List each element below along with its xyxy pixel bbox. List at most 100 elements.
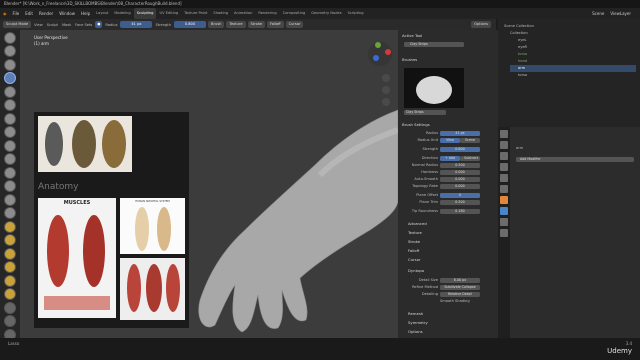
active-tool-field[interactable]: Clay Strips: [404, 42, 464, 47]
output-properties-icon[interactable]: [500, 152, 508, 160]
fill-tool-icon[interactable]: [4, 180, 16, 192]
plane-trim-field[interactable]: 0.500: [440, 200, 480, 205]
physics-properties-icon[interactable]: [500, 218, 508, 226]
symmetry-section[interactable]: Symmetry: [408, 320, 428, 325]
scene-properties-icon[interactable]: [500, 174, 508, 182]
auto-smooth-field[interactable]: 0.000: [440, 177, 480, 182]
options-section[interactable]: Options: [408, 329, 423, 334]
normal-radius-field[interactable]: 0.500: [440, 163, 480, 168]
modifier-properties-icon[interactable]: [500, 207, 508, 215]
outliner-item-torso[interactable]: torso: [518, 51, 636, 58]
workspace-tab-geometry-nodes[interactable]: Geometry Nodes: [308, 8, 344, 19]
brushes-section[interactable]: Brushes: [402, 57, 417, 62]
workspace-tab-sculpting[interactable]: Sculpting: [133, 8, 157, 19]
outliner-item-arm[interactable]: arm: [510, 65, 636, 72]
stroke-section[interactable]: Stroke: [408, 239, 420, 244]
refine-method-dropdown[interactable]: Subdivide Collapse: [440, 285, 480, 290]
radius-setting-field[interactable]: 41 px: [440, 131, 480, 136]
header-menu-sculpt[interactable]: Sculpt: [45, 23, 60, 27]
world-properties-icon[interactable]: [500, 185, 508, 193]
mask-tool-icon[interactable]: [4, 301, 16, 314]
smooth-tool-icon[interactable]: [4, 153, 16, 165]
cursor-dropdown[interactable]: Cursor: [285, 21, 304, 28]
outliner-item-eyer[interactable]: eyeR: [518, 44, 636, 51]
strength-setting-field[interactable]: 0.800: [440, 147, 480, 152]
smooth-shading-checkbox[interactable]: Smooth Shading: [440, 299, 470, 303]
workspace-tab-shading[interactable]: Shading: [210, 8, 231, 19]
inflate-tool-icon[interactable]: [4, 112, 16, 125]
menu-edit[interactable]: Edit: [22, 8, 36, 19]
workspace-tab-modeling[interactable]: Modeling: [111, 8, 133, 19]
elastic-deform-tool-icon[interactable]: [4, 247, 16, 260]
box-mask-tool-icon[interactable]: [4, 315, 16, 327]
detail-size-field[interactable]: 8.00 px: [440, 278, 480, 283]
workspace-tab-uv-editing[interactable]: UV Editing: [156, 8, 181, 19]
navigation-gizmo[interactable]: [366, 40, 394, 68]
thumb-tool-icon[interactable]: [4, 274, 16, 287]
multiplane-scrape-tool-icon[interactable]: [4, 207, 16, 219]
pose-tool-icon[interactable]: [4, 288, 16, 300]
radius-unit-scene-button[interactable]: Scene: [460, 138, 480, 143]
brush-settings-section[interactable]: Brush Settings: [402, 122, 430, 127]
detailing-dropdown[interactable]: Relative Detail: [440, 292, 480, 297]
strength-field[interactable]: 0.800: [174, 21, 206, 28]
workspace-tab-compositing[interactable]: Compositing: [280, 8, 309, 19]
workspace-tab-texture-paint[interactable]: Texture Paint: [181, 8, 210, 19]
dyntopo-section[interactable]: Dyntopo: [408, 268, 424, 273]
layer-tool-icon[interactable]: [4, 99, 16, 111]
scene-selector[interactable]: Scene: [589, 8, 607, 19]
workspace-tab-layout[interactable]: Layout: [93, 8, 111, 19]
falloff-dropdown[interactable]: Falloff: [266, 21, 284, 28]
brush-icon[interactable]: ●: [95, 21, 103, 28]
pan-icon[interactable]: [382, 86, 390, 94]
hardness-field[interactable]: 0.000: [440, 170, 480, 175]
snake-hook-tool-icon[interactable]: [4, 261, 16, 273]
menu-window[interactable]: Window: [56, 8, 78, 19]
outliner-item-head[interactable]: head: [518, 58, 636, 65]
brush-preview[interactable]: [404, 68, 464, 108]
scrape-tool-icon[interactable]: [4, 193, 16, 206]
blender-logo-icon[interactable]: ◉: [0, 8, 10, 19]
advanced-section[interactable]: Advanced: [408, 221, 427, 226]
stroke-dropdown[interactable]: Stroke: [247, 21, 265, 28]
mode-selector[interactable]: Sculpt Mode: [3, 21, 32, 28]
render-properties-icon[interactable]: [500, 141, 508, 149]
workspace-tab-animation[interactable]: Animation: [231, 8, 255, 19]
view-layer-properties-icon[interactable]: [500, 163, 508, 171]
flatten-tool-icon[interactable]: [4, 166, 16, 179]
texture-dropdown[interactable]: Texture: [226, 21, 246, 28]
menu-help[interactable]: Help: [78, 8, 93, 19]
outliner-item-collection[interactable]: Collection: [510, 30, 636, 37]
header-menu-view[interactable]: View: [32, 23, 45, 27]
tip-roundness-field[interactable]: 0.180: [440, 209, 480, 214]
workspace-tab-scripting[interactable]: Scripting: [345, 8, 367, 19]
brush-name-field[interactable]: Clay Strips: [404, 110, 446, 115]
radius-field[interactable]: 41 px: [120, 21, 153, 28]
object-properties-icon[interactable]: [500, 196, 508, 204]
menu-render[interactable]: Render: [36, 8, 56, 19]
direction-subtract-button[interactable]: - Subtract: [460, 156, 480, 161]
cursor-section[interactable]: Cursor: [408, 257, 420, 262]
outliner-item-eyel[interactable]: eyeL: [518, 37, 636, 44]
crease-tool-icon[interactable]: [4, 139, 16, 152]
camera-view-icon[interactable]: [382, 98, 390, 106]
clay-strips-tool-icon[interactable]: [4, 72, 16, 84]
clay-thumb-tool-icon[interactable]: [4, 85, 16, 98]
view-layer-selector[interactable]: ViewLayer: [607, 8, 634, 19]
falloff-section[interactable]: Falloff: [408, 248, 419, 253]
direction-add-button[interactable]: + Add: [440, 156, 460, 161]
draw-tool-icon[interactable]: [4, 31, 16, 44]
active-tool-section[interactable]: Active Tool: [402, 33, 422, 38]
header-menu-mask[interactable]: Mask: [60, 23, 73, 27]
topology-rake-field[interactable]: 0.000: [440, 184, 480, 189]
brush-dropdown[interactable]: Brush: [208, 21, 225, 28]
menu-file[interactable]: File: [10, 8, 23, 19]
tool-properties-icon[interactable]: [500, 130, 508, 138]
zoom-icon[interactable]: [382, 74, 390, 82]
draw-sharp-tool-icon[interactable]: [4, 45, 16, 57]
workspace-tab-rendering[interactable]: Rendering: [255, 8, 279, 19]
3d-viewport[interactable]: User Perspective (1) arm Anatomy MUSCLES…: [20, 30, 398, 338]
sculpted-arm-mesh[interactable]: [170, 70, 398, 338]
scene-collection-row[interactable]: Scene Collection: [504, 23, 534, 30]
plane-offset-field[interactable]: 0: [440, 193, 480, 198]
